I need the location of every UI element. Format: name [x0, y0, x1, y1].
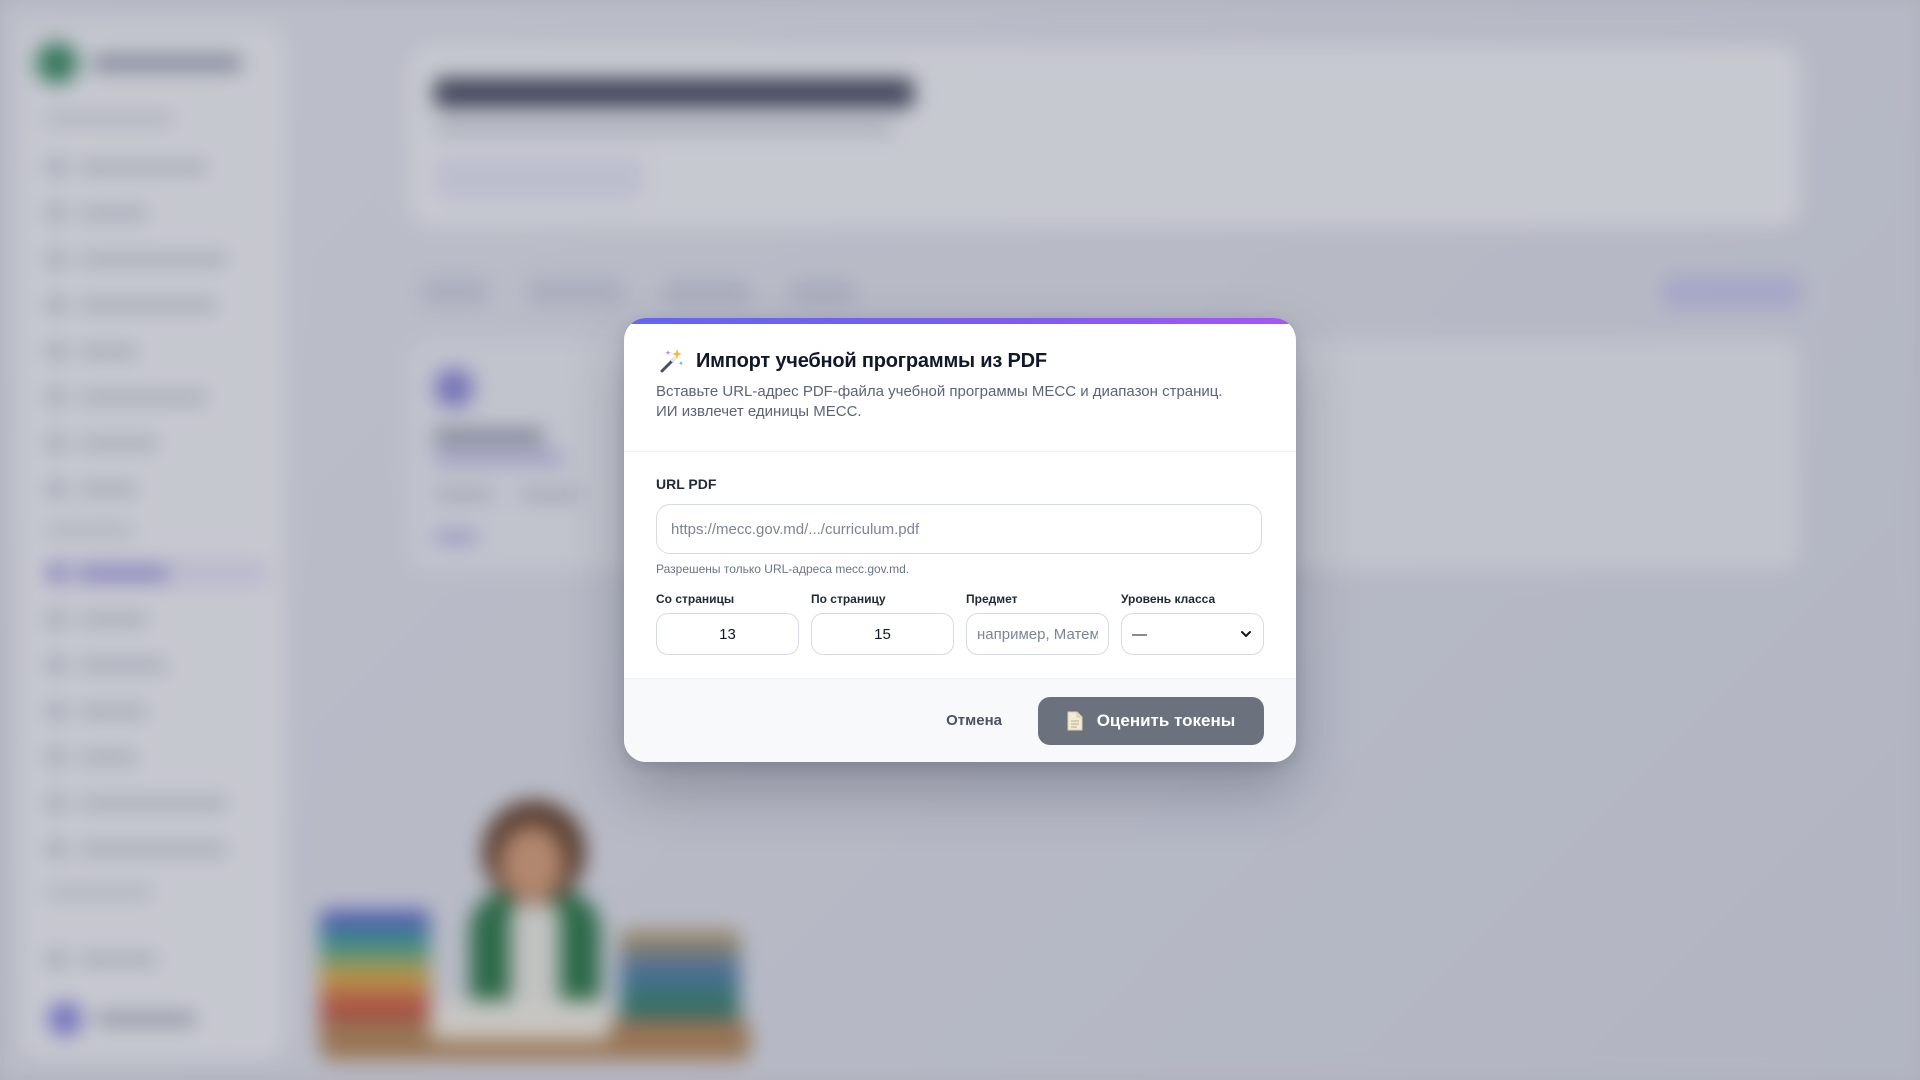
url-hint: Разрешены только URL-адреса mecc.gov.md. — [656, 562, 910, 576]
document-icon — [1067, 711, 1083, 731]
subject-field: Предмет — [966, 592, 1109, 655]
modal-title: Импорт учебной программы из PDF — [696, 349, 1047, 372]
cancel-button[interactable]: Отмена — [946, 712, 1002, 729]
grade-level-label: Уровень класса — [1121, 592, 1216, 606]
grade-level-value: — — [1132, 625, 1147, 643]
pdf-url-input[interactable] — [656, 504, 1262, 554]
to-page-input[interactable] — [811, 613, 954, 655]
url-label: URL PDF — [656, 476, 717, 492]
estimate-tokens-button[interactable]: Оценить токены — [1038, 696, 1264, 745]
from-page-label: Со страницы — [656, 592, 735, 606]
modal-body: URL PDF Разрешены только URL-адреса mecc… — [624, 452, 1296, 678]
modal-header: Импорт учебной программы из PDF Вставьте… — [624, 324, 1296, 452]
modal-description: Вставьте URL-адрес PDF-файла учебной про… — [656, 383, 1223, 420]
to-page-field: По страницу — [811, 592, 954, 655]
grade-level-field: Уровень класса — — [1121, 592, 1264, 655]
from-page-field: Со страницы — [656, 592, 799, 655]
import-curriculum-modal: Импорт учебной программы из PDF Вставьте… — [624, 318, 1296, 762]
modal-footer: Отмена Оценить токены — [624, 678, 1296, 762]
chevron-down-icon — [1239, 627, 1253, 641]
subject-input[interactable] — [966, 613, 1109, 655]
grade-level-select[interactable]: — — [1121, 613, 1264, 655]
page-range-fields: Со страницы По страницу Предмет Уровень … — [656, 592, 1264, 655]
from-page-input[interactable] — [656, 613, 799, 655]
subject-label: Предмет — [966, 592, 1018, 606]
estimate-tokens-label: Оценить токены — [1096, 710, 1236, 730]
to-page-label: По страницу — [811, 592, 886, 606]
magic-wand-sparkles-icon — [656, 346, 686, 376]
